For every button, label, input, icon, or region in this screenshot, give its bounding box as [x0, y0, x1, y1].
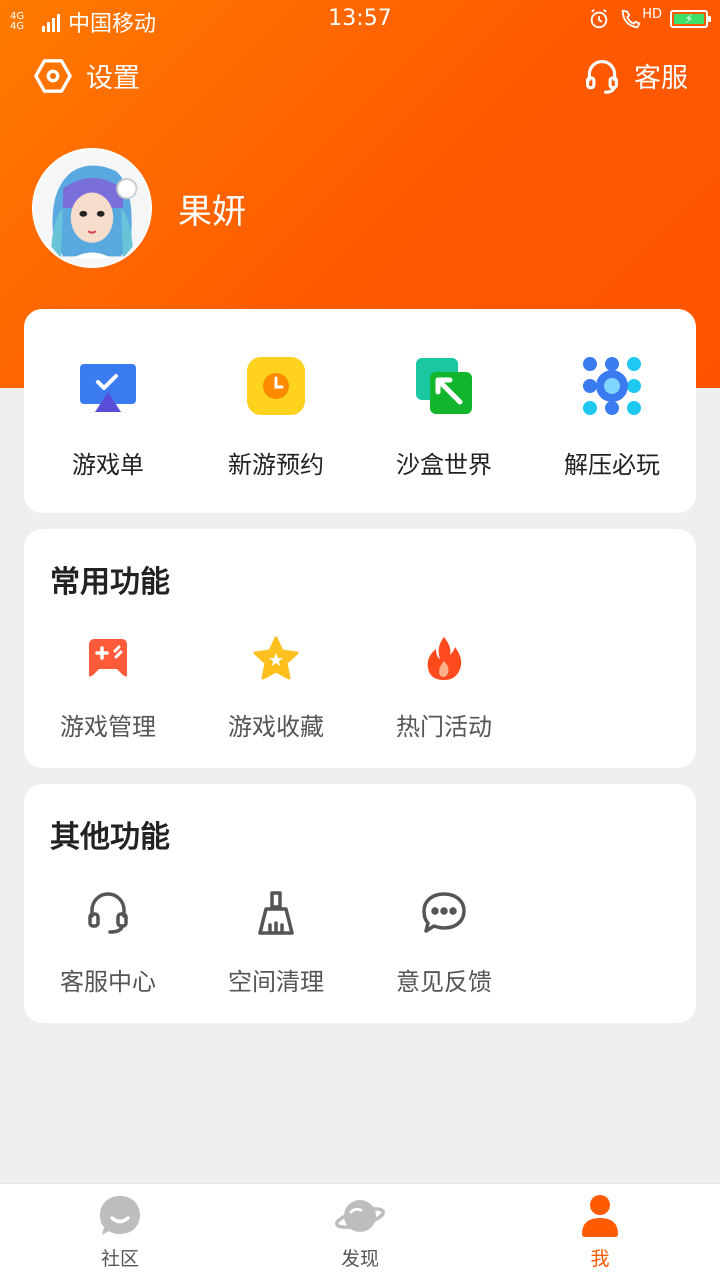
item-label: 意见反馈 [396, 968, 492, 996]
tab-label: 我 [590, 1248, 610, 1270]
game-management-item[interactable]: 游戏管理 [24, 633, 192, 742]
shortcut-label: 解压必玩 [564, 451, 660, 479]
other-functions-card: 其他功能 客服中心 空间清理 意见反馈 [24, 784, 696, 1023]
service-label: 客服 [634, 63, 688, 94]
planet-icon [335, 1200, 385, 1232]
section-title: 常用功能 [50, 565, 170, 600]
shortcut-new-game-reservation[interactable]: 新游预约 [192, 355, 360, 480]
common-functions-card: 常用功能 游戏管理 游戏收藏 热门活动 [24, 529, 696, 768]
space-cleanup-item[interactable]: 空间清理 [192, 888, 360, 997]
person-icon [582, 1195, 618, 1237]
alarm-icon [590, 9, 608, 29]
profile-section[interactable]: 果妍 [32, 148, 246, 268]
status-icons: HD ⚡ [588, 6, 711, 30]
bottom-nav: 社区 发现 我 [0, 1183, 720, 1280]
star-icon [251, 633, 301, 683]
status-bar: 4G 4G 中国移动 13:57 HD ⚡ [0, 0, 720, 40]
battery-icon: ⚡ [670, 10, 711, 28]
tab-discover[interactable]: 发现 [240, 1184, 480, 1280]
dots-circle-icon [581, 355, 643, 417]
tab-me[interactable]: 我 [480, 1184, 720, 1280]
item-label: 热门活动 [396, 713, 492, 741]
settings-button[interactable]: 设置 [34, 56, 140, 95]
phone-hd-icon [622, 9, 641, 29]
settings-label: 设置 [86, 63, 140, 94]
avatar[interactable] [32, 148, 152, 268]
item-label: 空间清理 [228, 968, 324, 996]
settings-icon [34, 58, 72, 93]
shortcut-label: 游戏单 [72, 451, 144, 479]
gamepad-icon [83, 633, 133, 683]
broom-icon [251, 888, 301, 938]
tab-label: 社区 [100, 1248, 139, 1270]
clock-icon [245, 355, 307, 417]
shortcut-game-list[interactable]: 游戏单 [24, 355, 192, 480]
hd-label: HD [642, 6, 662, 22]
shortcut-label: 新游预约 [228, 451, 324, 479]
section-title: 其他功能 [50, 820, 170, 855]
common-functions-grid: 游戏管理 游戏收藏 热门活动 [24, 633, 696, 742]
shortcut-stress-relief[interactable]: 解压必玩 [528, 355, 696, 480]
top-actions: 设置 客服 [0, 56, 720, 100]
tab-community[interactable]: 社区 [0, 1184, 240, 1280]
shortcut-card: 游戏单 新游预约 沙盒世界 解压必玩 [24, 309, 696, 513]
item-label: 游戏管理 [60, 713, 156, 741]
username: 果妍 [178, 191, 246, 232]
headset-icon [586, 59, 618, 94]
game-favorites-item[interactable]: 游戏收藏 [192, 633, 360, 742]
chat-bubble-icon [419, 888, 469, 938]
game-list-icon [77, 355, 139, 417]
item-label: 游戏收藏 [228, 713, 324, 741]
customer-service-button[interactable]: 客服 [584, 56, 688, 95]
pickaxe-icon [413, 355, 475, 417]
shortcut-grid: 游戏单 新游预约 沙盒世界 解压必玩 [24, 355, 696, 480]
shortcut-label: 沙盒世界 [396, 451, 492, 479]
headset-icon [83, 888, 133, 938]
tab-label: 发现 [340, 1248, 379, 1270]
feedback-item[interactable]: 意见反馈 [360, 888, 528, 997]
shortcut-sandbox-world[interactable]: 沙盒世界 [360, 355, 528, 480]
hot-events-item[interactable]: 热门活动 [360, 633, 528, 742]
item-label: 客服中心 [60, 968, 156, 996]
customer-center-item[interactable]: 客服中心 [24, 888, 192, 997]
other-functions-grid: 客服中心 空间清理 意见反馈 [24, 888, 696, 997]
fire-icon [419, 633, 469, 683]
community-icon [100, 1196, 140, 1235]
